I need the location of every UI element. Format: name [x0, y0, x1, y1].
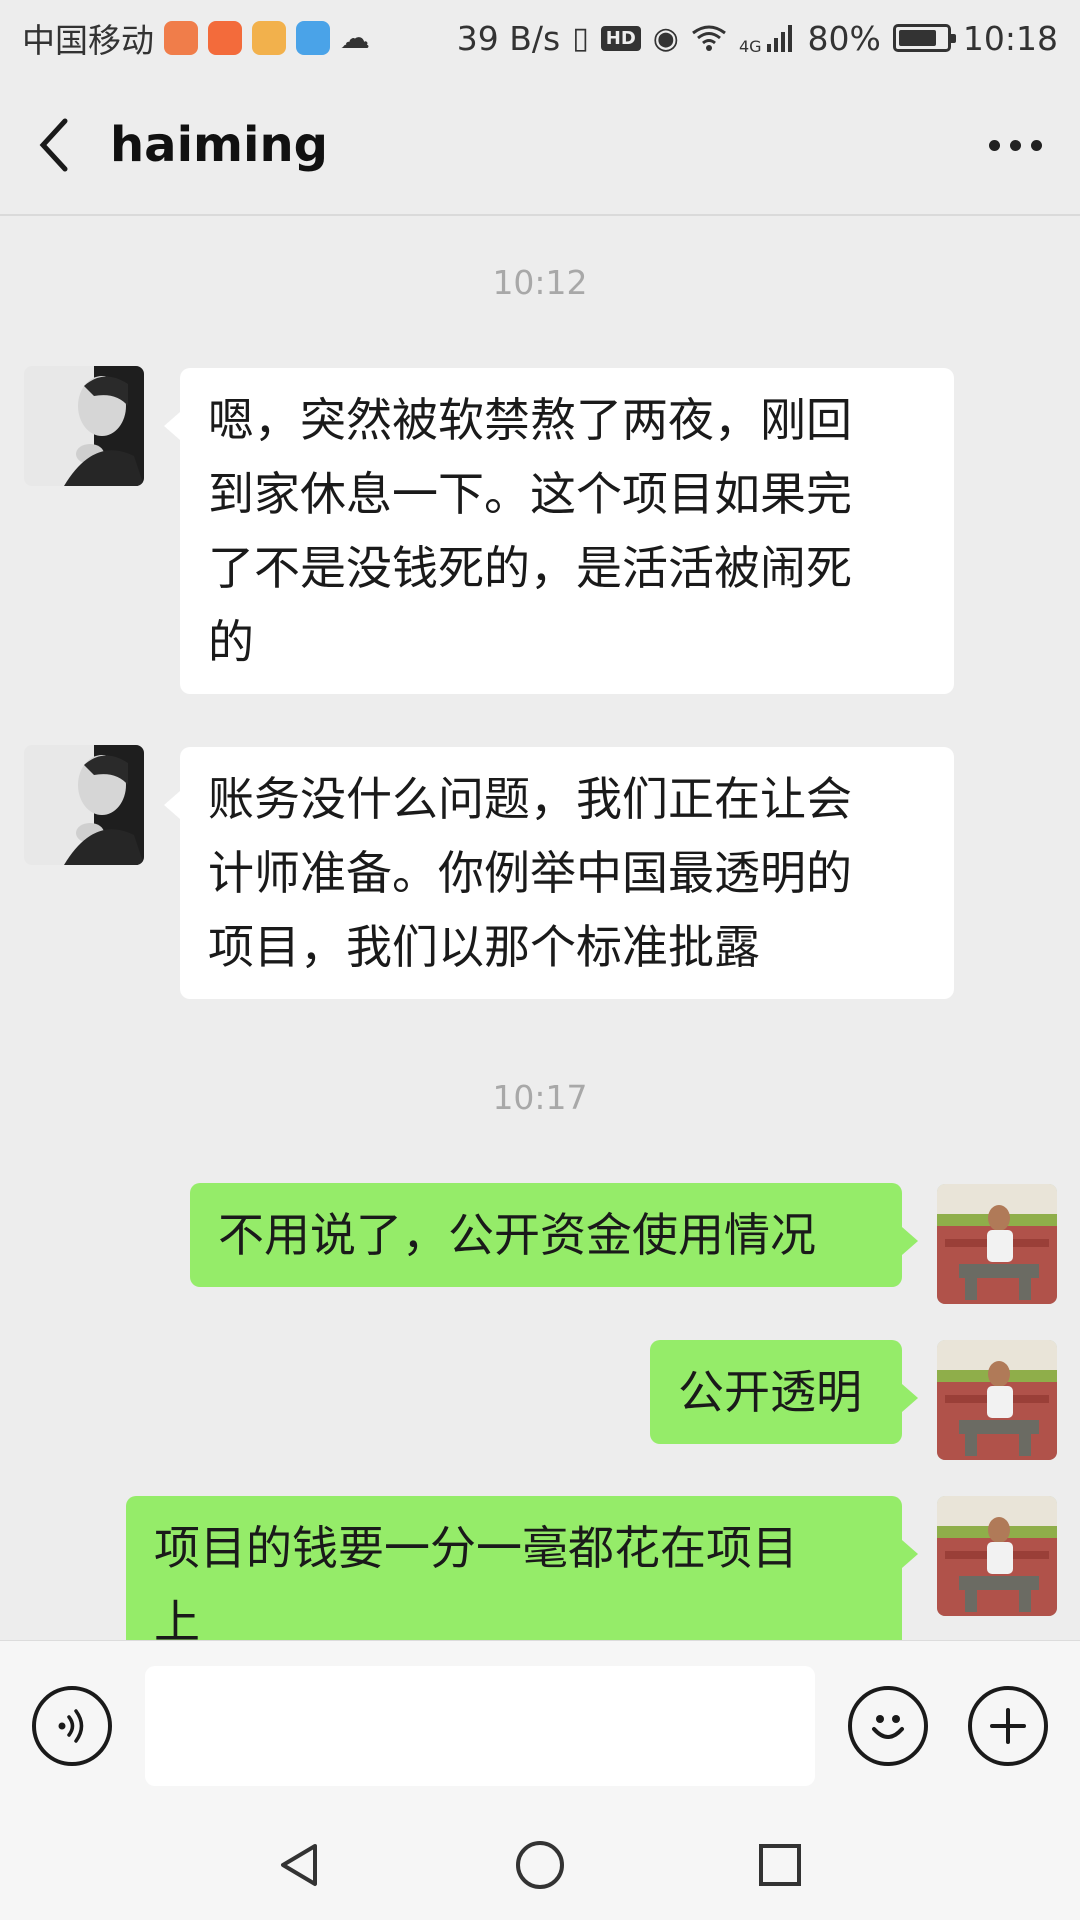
battery-percent: 80%	[807, 18, 881, 58]
message-line: 项目，我们以那个标准批露	[208, 920, 760, 974]
message-line: 项目的钱要一分一毫都花在项目	[154, 1521, 798, 1575]
message-line: 账务没什么问题，我们正在让会	[208, 772, 852, 826]
system-nav-bar	[0, 1810, 1080, 1920]
video-app-icon	[208, 21, 242, 55]
square-recents-icon	[759, 1844, 801, 1886]
nav-recents-button[interactable]	[750, 1835, 810, 1895]
voice-button[interactable]	[32, 1686, 112, 1766]
message-line: 到家休息一下。这个项目如果完	[208, 467, 852, 521]
signal-icon	[766, 25, 792, 52]
cloud-icon: ☁	[340, 20, 370, 56]
clock: 10:18	[962, 18, 1058, 58]
my-avatar-image	[937, 1340, 1057, 1460]
message-line: 计师准备。你例举中国最透明的	[208, 846, 852, 900]
voice-icon	[58, 1709, 84, 1743]
emoji-button[interactable]	[848, 1686, 928, 1766]
my-avatar-image	[937, 1184, 1057, 1304]
vibrate-icon: ▯	[572, 20, 589, 56]
contact-avatar[interactable]	[24, 745, 144, 865]
outgoing-message-bubble[interactable]: 公开透明	[650, 1340, 918, 1444]
network-type: 4G	[738, 36, 762, 56]
chat-area[interactable]: 10:12 嗯，突然被软禁熬了两夜，刚回 到家休息一下。这个项目如果完 了不是没…	[0, 218, 1080, 1640]
carrier-name: 中国移动	[22, 21, 154, 60]
my-avatar[interactable]	[937, 1184, 1057, 1304]
message-line: 嗯，突然被软禁熬了两夜，刚回	[208, 393, 852, 447]
nav-back-button[interactable]	[270, 1835, 330, 1895]
message-line: 上	[154, 1595, 200, 1640]
message-line: 了不是没钱死的，是活活被闹死	[208, 541, 852, 595]
message-line: 的	[208, 615, 254, 669]
plus-button[interactable]	[968, 1686, 1048, 1766]
chat-header: haiming	[0, 76, 1080, 216]
my-avatar[interactable]	[937, 1496, 1057, 1616]
plus-icon	[990, 1708, 1026, 1744]
outgoing-message-bubble[interactable]: 不用说了，公开资金使用情况	[190, 1183, 918, 1287]
back-button[interactable]	[0, 75, 110, 215]
contact-avatar-image	[24, 366, 144, 486]
more-dot-icon	[1030, 139, 1042, 151]
outgoing-message-bubble[interactable]: 项目的钱要一分一毫都花在项目 上	[126, 1496, 918, 1640]
triangle-back-icon	[281, 1844, 317, 1886]
incoming-message-bubble[interactable]: 嗯，突然被软禁熬了两夜，刚回 到家休息一下。这个项目如果完 了不是没钱死的，是活…	[164, 368, 954, 694]
notification-app-icon	[164, 21, 198, 55]
circle-home-icon	[516, 1841, 564, 1889]
contact-avatar-image	[24, 745, 144, 865]
heart-app-icon	[296, 21, 330, 55]
message-line: 公开透明	[678, 1365, 862, 1419]
eye-comfort-icon: ◉	[652, 20, 679, 56]
timestamp: 10:12	[492, 263, 588, 302]
wifi-icon	[692, 25, 726, 51]
net-speed: 39 B/s	[456, 18, 561, 58]
hd-badge: HD	[600, 25, 641, 51]
message-line: 不用说了，公开资金使用情况	[218, 1208, 816, 1262]
chevron-left-icon	[39, 118, 68, 172]
my-avatar[interactable]	[937, 1340, 1057, 1460]
timestamp: 10:17	[492, 1078, 588, 1117]
chat-title: haiming	[110, 117, 329, 173]
contact-avatar[interactable]	[24, 366, 144, 486]
folder-app-icon	[252, 21, 286, 55]
nav-home-button[interactable]	[510, 1835, 570, 1895]
more-dot-icon	[1009, 139, 1021, 151]
battery-icon	[892, 24, 956, 52]
my-avatar-image	[937, 1496, 1057, 1616]
emoji-icon	[872, 1715, 904, 1739]
input-bar	[0, 1640, 1080, 1810]
status-bar: 中国移动 ☁ 39 B/s ▯ HD ◉ 4G 80% 10:18	[0, 0, 1080, 76]
more-options-button[interactable]	[950, 75, 1080, 215]
message-input[interactable]	[145, 1666, 815, 1786]
incoming-message-bubble[interactable]: 账务没什么问题，我们正在让会 计师准备。你例举中国最透明的 项目，我们以那个标准…	[164, 747, 954, 999]
more-dot-icon	[988, 139, 1000, 151]
